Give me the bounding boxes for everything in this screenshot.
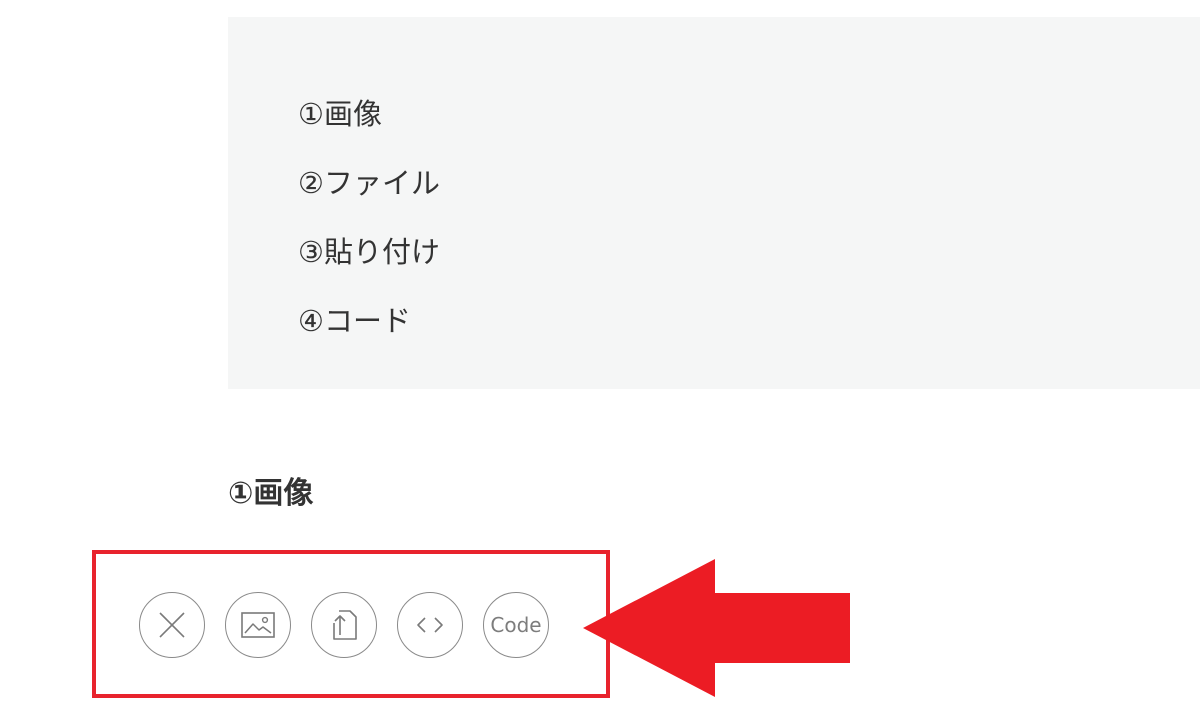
image-icon (241, 612, 275, 638)
table-of-contents: ①画像 ②ファイル ③貼り付け ④コード (228, 17, 1200, 389)
code-block-icon: Code (490, 613, 542, 637)
section-heading: ①画像 (228, 476, 314, 511)
page: ①画像 ②ファイル ③貼り付け ④コード ①画像 Code (0, 0, 1200, 726)
toc-item-file[interactable]: ②ファイル (298, 166, 440, 200)
close-button[interactable] (139, 592, 205, 658)
close-icon (159, 612, 185, 638)
upload-file-icon (333, 610, 357, 640)
toc-item-paste[interactable]: ③貼り付け (298, 235, 440, 269)
embed-button[interactable] (397, 592, 463, 658)
pointer-arrow (583, 559, 850, 697)
toc-item-image[interactable]: ①画像 (298, 97, 440, 131)
embed-code-icon (417, 617, 443, 633)
insert-image-button[interactable] (225, 592, 291, 658)
toc-list: ①画像 ②ファイル ③貼り付け ④コード (298, 97, 440, 338)
upload-file-button[interactable] (311, 592, 377, 658)
insert-code-button[interactable]: Code (483, 592, 549, 658)
toc-item-code[interactable]: ④コード (298, 304, 440, 338)
insert-toolbar: Code (139, 592, 549, 660)
